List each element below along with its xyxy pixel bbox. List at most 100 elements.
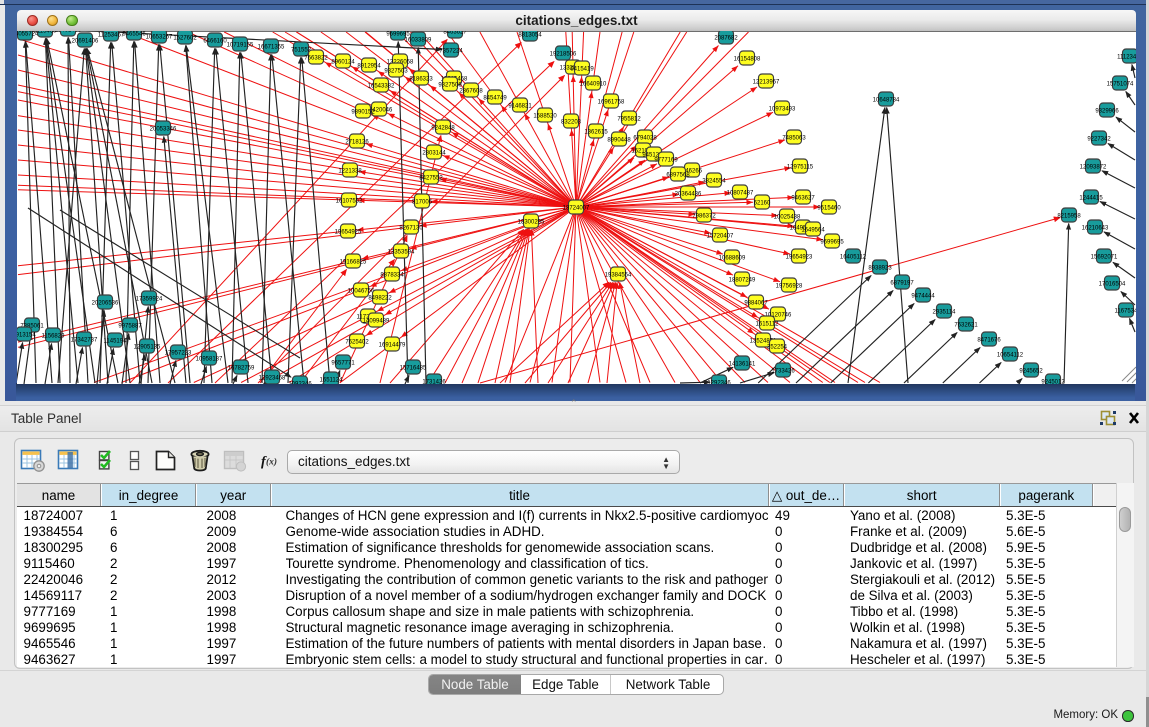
svg-text:12213967: 12213967 [753, 79, 780, 85]
svg-text:13353594: 13353594 [388, 249, 415, 255]
svg-text:9115460: 9115460 [34, 31, 58, 34]
svg-text:8471676: 8471676 [977, 337, 1001, 343]
svg-text:8990448: 8990448 [607, 137, 631, 143]
svg-text:8427552: 8427552 [419, 175, 443, 181]
svg-text:19654925: 19654925 [335, 229, 362, 235]
svg-text:2935114: 2935114 [933, 309, 957, 315]
svg-text:8813054: 8813054 [518, 32, 542, 38]
svg-text:7955812: 7955812 [617, 116, 641, 122]
svg-text:12923468: 12923468 [259, 375, 286, 381]
svg-text:9463627: 9463627 [791, 195, 815, 201]
svg-text:6466160: 6466160 [203, 38, 227, 44]
svg-text:18724007: 18724007 [563, 205, 590, 211]
svg-text:(x): (x) [266, 457, 277, 468]
svg-text:19756928: 19756928 [776, 283, 803, 289]
svg-text:9245012: 9245012 [1041, 379, 1065, 384]
svg-text:15716485: 15716485 [400, 365, 427, 371]
svg-text:16107552: 16107552 [336, 198, 363, 204]
svg-text:16961758: 16961758 [598, 99, 625, 105]
svg-text:10688609: 10688609 [719, 255, 746, 261]
svg-text:19384554: 19384554 [605, 272, 632, 278]
svg-text:8215958: 8215958 [1057, 213, 1081, 219]
svg-text:10719155: 10719155 [227, 42, 254, 48]
svg-text:1362615: 1362615 [584, 129, 608, 135]
svg-text:817006: 817006 [412, 199, 433, 205]
svg-text:18807249: 18807249 [729, 277, 756, 283]
svg-text:1221338: 1221338 [338, 168, 362, 174]
svg-text:1156829: 1156829 [42, 333, 66, 339]
svg-text:9515460: 9515460 [817, 205, 841, 211]
svg-text:1167534: 1167534 [1115, 308, 1136, 314]
svg-text:17016504: 17016504 [1099, 281, 1126, 287]
svg-text:8463627: 8463627 [443, 31, 467, 35]
svg-text:6897568: 6897568 [666, 172, 690, 178]
svg-text:8912954: 8912954 [357, 63, 381, 69]
svg-text:16914479: 16914479 [379, 342, 406, 348]
svg-text:9465546: 9465546 [122, 31, 146, 37]
svg-text:252254: 252254 [767, 344, 788, 350]
svg-text:15720407: 15720407 [707, 233, 734, 239]
svg-text:16640910: 16640910 [580, 81, 607, 87]
svg-text:1588520: 1588520 [533, 113, 557, 119]
svg-text:17342737: 17342737 [71, 337, 98, 343]
svg-text:2803144: 2803144 [422, 150, 446, 156]
svg-text:9146821: 9146821 [508, 103, 532, 109]
svg-text:6794028: 6794028 [633, 135, 657, 141]
svg-text:9227342: 9227342 [1087, 136, 1111, 142]
svg-text:1649564: 1649564 [801, 227, 825, 233]
svg-text:2718126: 2718126 [345, 139, 369, 145]
svg-text:9329966: 9329966 [1095, 108, 1119, 114]
svg-text:1733426: 1733426 [771, 368, 795, 374]
svg-text:9777169: 9777169 [654, 157, 678, 163]
svg-text:19654923: 19654923 [786, 254, 813, 260]
svg-text:12905135: 12905135 [134, 344, 161, 350]
svg-text:1145194: 1145194 [104, 338, 128, 344]
svg-text:7357224: 7357224 [439, 48, 463, 54]
svg-text:1615112: 1615112 [756, 321, 780, 327]
svg-text:7986372: 7986372 [692, 213, 716, 219]
svg-text:12975115: 12975115 [787, 164, 814, 170]
svg-text:16405112: 16405112 [840, 254, 867, 260]
svg-text:15751074: 15751074 [1107, 81, 1134, 87]
svg-text:10654112: 10654112 [997, 352, 1024, 358]
svg-text:2867608: 2867608 [459, 88, 483, 94]
svg-text:9699695: 9699695 [820, 239, 844, 245]
svg-text:9242848: 9242848 [431, 125, 455, 131]
svg-text:9474444: 9474444 [911, 293, 935, 299]
svg-text:832203: 832203 [561, 119, 582, 125]
svg-text:8267130: 8267130 [399, 225, 423, 231]
svg-text:7632621: 7632621 [954, 322, 978, 328]
svg-text:1244415: 1244415 [1079, 195, 1103, 201]
svg-text:20206536: 20206536 [92, 300, 119, 306]
svg-text:9415419: 9415419 [570, 66, 594, 72]
svg-text:19218506: 19218506 [550, 51, 577, 57]
svg-text:20364436: 20364436 [675, 191, 702, 197]
svg-text:19166825: 19166825 [340, 259, 367, 265]
svg-text:3913154: 3913154 [17, 332, 36, 338]
svg-text:18300295: 18300295 [518, 219, 545, 225]
svg-text:3824554: 3824554 [702, 178, 726, 184]
svg-text:1527602: 1527602 [173, 35, 197, 41]
svg-text:15692071: 15692071 [1091, 254, 1118, 260]
svg-text:9975887: 9975887 [118, 323, 142, 329]
svg-text:8186323: 8186323 [409, 76, 433, 82]
svg-text:11253467: 11253467 [98, 32, 125, 38]
svg-text:1651124: 1651124 [320, 377, 344, 383]
svg-text:16033809: 16033809 [405, 37, 432, 43]
svg-text:1731426: 1731426 [422, 379, 446, 384]
svg-text:10461499: 10461499 [55, 31, 82, 33]
svg-text:7485063: 7485063 [782, 135, 806, 141]
svg-text:10648784: 10648784 [873, 97, 900, 103]
svg-text:8454749: 8454749 [483, 95, 507, 101]
svg-text:17957223: 17957223 [165, 350, 192, 356]
svg-text:14099489: 14099489 [363, 318, 390, 324]
svg-text:10653267: 10653267 [146, 34, 173, 40]
svg-text:10958187: 10958187 [196, 356, 223, 362]
svg-text:11123456: 11123456 [1117, 54, 1136, 60]
svg-text:20691406: 20691406 [72, 38, 99, 44]
svg-text:16154808: 16154808 [734, 56, 761, 62]
svg-text:17359924: 17359924 [136, 296, 163, 302]
svg-text:8960124: 8960124 [331, 59, 355, 65]
svg-text:9327503: 9327503 [384, 68, 408, 74]
svg-text:9245652: 9245652 [1019, 368, 1043, 374]
